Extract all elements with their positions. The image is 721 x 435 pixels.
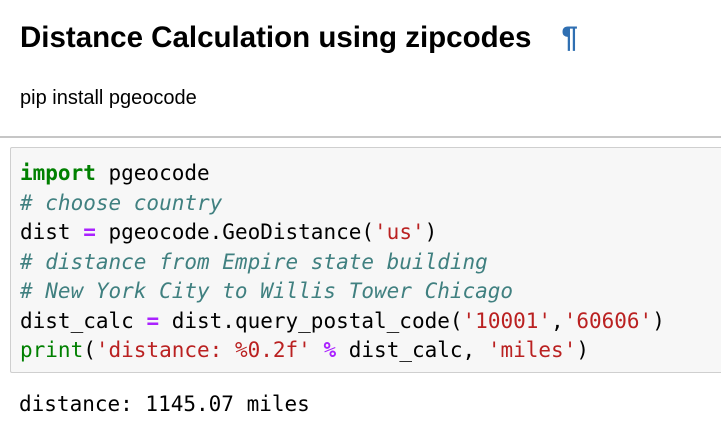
code-line: import pgeocode: [20, 159, 665, 189]
cell-divider: [0, 136, 721, 138]
code-token-name: ,: [551, 308, 564, 333]
markdown-paragraph: pip install pgeocode: [20, 87, 197, 109]
code-token-name: dist_calc,: [336, 338, 488, 362]
code-token-name: ): [652, 308, 665, 333]
code-token-comment: # New York City to Willis Tower Chicago: [20, 279, 514, 303]
code-token-name: ): [424, 220, 438, 244]
code-token-keyword: import: [20, 161, 96, 185]
code-token-string: 'distance: %0.2f': [95, 338, 311, 362]
code-line: print('distance: %0.2f' % dist_calc, 'mi…: [20, 336, 665, 366]
code-line: dist_calc = dist.query_postal_code('1000…: [20, 307, 665, 337]
code-token-string: 'miles': [487, 338, 577, 362]
code-token-string: 'us': [374, 220, 425, 244]
code-token-name: dist.query_postal_code(: [159, 308, 463, 333]
code-token-string: '60606': [563, 308, 653, 333]
code-token-name: dist_calc: [20, 308, 147, 333]
code-token-name: dist: [20, 220, 84, 244]
heading-text: Distance Calculation using zipcodes: [20, 21, 532, 54]
code-output: distance: 1145.07 miles: [19, 392, 310, 416]
code-token-comment: # choose country: [20, 190, 223, 215]
code-token-name: pgeocode.GeoDistance(: [95, 220, 375, 244]
code-line: # distance from Empire state building: [20, 248, 665, 278]
code-token-builtin: print: [20, 338, 84, 362]
markdown-cell[interactable]: Distance Calculation using zipcodes ¶ pip…: [0, 0, 721, 136]
code-token-name: ): [576, 338, 590, 362]
code-token-operator: =: [83, 220, 96, 244]
code-token-name: [311, 338, 324, 362]
markdown-heading: Distance Calculation using zipcodes ¶: [20, 18, 578, 58]
code-token-name: pgeocode: [95, 161, 210, 185]
code-token-name: (: [83, 338, 96, 362]
code-line: dist = pgeocode.GeoDistance('us'): [20, 218, 665, 248]
code-token-operator: =: [146, 308, 160, 333]
code-token-comment: # distance from Empire state building: [20, 249, 488, 274]
code-token-string: '10001': [462, 308, 552, 333]
code-token-operator: %: [323, 338, 337, 362]
code-editor[interactable]: import pgeocode # choose country dist = pg…: [20, 159, 665, 366]
code-line: # choose country: [20, 189, 665, 219]
heading-anchor-link[interactable]: ¶: [561, 18, 577, 58]
code-line: # New York City to Willis Tower Chicago: [20, 277, 665, 307]
code-input-area[interactable]: import pgeocode # choose country dist = pg…: [10, 147, 721, 373]
